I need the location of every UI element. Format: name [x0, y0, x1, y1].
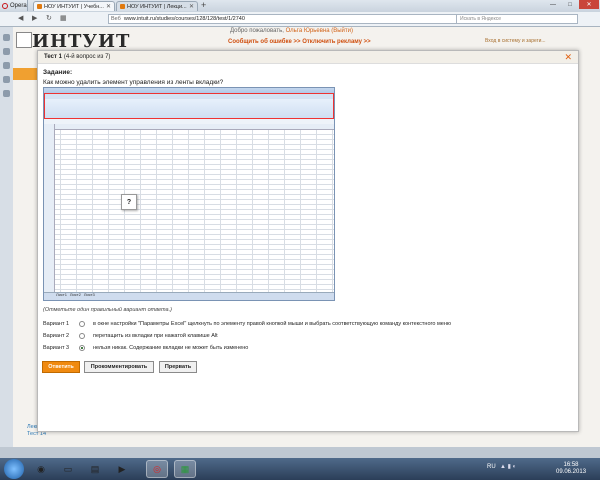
history-icon[interactable]	[3, 90, 10, 97]
chrome-icon[interactable]: ◉	[30, 460, 52, 478]
option-label: Вариант 1	[43, 320, 70, 327]
answer-hint: (Отметьте один правильный вариант ответа…	[43, 307, 172, 313]
downloads-icon[interactable]	[3, 76, 10, 83]
logout-link[interactable]: (Выйти)	[331, 28, 353, 34]
task-label: Задание:	[43, 69, 73, 76]
option-3-radio[interactable]	[79, 344, 85, 351]
intuit-favicon-icon	[120, 4, 125, 9]
media-icon[interactable]: ▶	[111, 460, 133, 478]
right-top-text[interactable]: Вход в систему и зареги...	[485, 38, 546, 44]
clock-date: 09.06.2013	[556, 469, 587, 475]
opera-menu-button[interactable]: Opera	[0, 0, 28, 11]
option-text: перетащить из вкладки при нажатой клавиш…	[93, 332, 218, 339]
close-window-button[interactable]: ✕	[579, 0, 599, 9]
report-error-links[interactable]: Сообщить об ошибке >> Отключить рекламу …	[228, 39, 371, 45]
new-tab-button[interactable]: +	[201, 0, 206, 10]
minimize-button[interactable]: —	[545, 0, 561, 9]
explorer-icon[interactable]: ▭	[57, 460, 79, 478]
tray-icons[interactable]: ▲ ▮ ◐	[500, 463, 516, 470]
greeting-text: Добро пожаловать,	[230, 28, 284, 34]
start-button[interactable]	[4, 459, 24, 479]
opera-icon	[2, 2, 8, 9]
option-2-radio[interactable]	[79, 332, 85, 339]
excel-row-headers	[44, 124, 55, 292]
option-3[interactable]: Вариант 3 нельзя никак. Содержание вклад…	[43, 343, 248, 352]
option-2[interactable]: Вариант 2 перетащить из вкладки при нажа…	[43, 331, 218, 340]
address-bar[interactable]: Веб www.intuit.ru/studies/courses/128/12…	[108, 14, 503, 24]
question-text: Как можно удалить элемент управления из …	[43, 79, 224, 86]
question-mark-callout: ?	[121, 194, 137, 210]
ribbon-highlight-frame	[44, 93, 334, 119]
answer-button[interactable]: Ответить	[42, 361, 80, 373]
system-clock[interactable]: 16:58 09.06.2013	[556, 462, 586, 476]
excel-sheet-tabs: Лист1 Лист2 Лист3	[56, 292, 116, 297]
intuit-logo-icon	[16, 32, 32, 48]
browser-tab-1[interactable]: НОУ ИНТУИТ | Учебн... ✕	[33, 1, 115, 11]
excel-taskbar-icon[interactable]: ▦	[174, 460, 196, 478]
test-14-link[interactable]: Тест 14	[27, 431, 53, 438]
modal-progress: (4-й вопрос из 7)	[63, 54, 111, 60]
close-tab-icon[interactable]: ✕	[106, 3, 111, 10]
option-label: Вариант 3	[43, 344, 70, 351]
modal-close-icon[interactable]: ✕	[564, 52, 572, 63]
excel-column-headers	[44, 124, 334, 130]
option-text: нельзя никак. Содержание вкладки не може…	[93, 344, 249, 351]
opera-taskbar-icon[interactable]: ◎	[146, 460, 168, 478]
forward-icon[interactable]: ▶	[32, 14, 37, 22]
option-text: в окне настройки "Параметры Excel" щелкн…	[93, 320, 451, 327]
search-input[interactable]: Искать в Яндексе	[456, 14, 578, 24]
sheet-tab: Лист1	[56, 292, 67, 297]
test-modal: Тест 1 (4-й вопрос из 7) ✕ Задание: Как …	[37, 50, 579, 432]
address-prefix: Веб	[111, 16, 121, 22]
option-label: Вариант 2	[43, 332, 70, 339]
option-1-radio[interactable]	[79, 320, 85, 327]
abort-button[interactable]: Прервать	[159, 361, 197, 373]
sheet-tab: Лист3	[83, 292, 95, 297]
comment-button[interactable]: Прокомментировать	[84, 361, 154, 373]
intuit-favicon-icon	[37, 4, 42, 9]
notes-icon[interactable]	[3, 62, 10, 69]
user-name-link[interactable]: Ольга Юрьевна	[286, 28, 330, 34]
modal-header: Тест 1 (4-й вопрос из 7)	[38, 51, 578, 64]
maximize-button[interactable]: □	[562, 0, 578, 9]
url-text: www.intuit.ru/studies/courses/128/128/te…	[123, 16, 245, 22]
tab-label: НОУ ИНТУИТ | Лекци...	[127, 3, 187, 10]
sheet-tab: Лист2	[69, 292, 81, 297]
tab-label: НОУ ИНТУИТ | Учебн...	[44, 3, 104, 10]
excel-screenshot: Лист1 Лист2 Лист3 ?	[43, 87, 335, 301]
bookmarks-icon[interactable]	[3, 34, 10, 41]
excel-grid	[44, 124, 334, 292]
browser-tab-2[interactable]: НОУ ИНТУИТ | Лекци... ✕	[116, 1, 198, 11]
mail-icon[interactable]	[3, 48, 10, 55]
speed-dial-icon[interactable]: ▦	[60, 14, 67, 22]
reload-icon[interactable]: ↻	[46, 14, 52, 22]
clock-time: 16:58	[563, 462, 579, 468]
opera-menu-label: Opera	[10, 2, 27, 9]
site-logo[interactable]: ИНТУИТ	[32, 31, 130, 52]
files-icon[interactable]: ▤	[84, 460, 106, 478]
option-1[interactable]: Вариант 1 в окне настройки "Параметры Ex…	[43, 319, 451, 328]
user-greeting: Добро пожаловать, Ольга Юрьевна (Выйти)	[230, 28, 353, 34]
back-icon[interactable]: ◀	[18, 14, 23, 22]
language-indicator[interactable]: RU	[487, 464, 496, 470]
modal-title: Тест 1	[44, 54, 62, 60]
close-tab-icon[interactable]: ✕	[189, 3, 194, 10]
